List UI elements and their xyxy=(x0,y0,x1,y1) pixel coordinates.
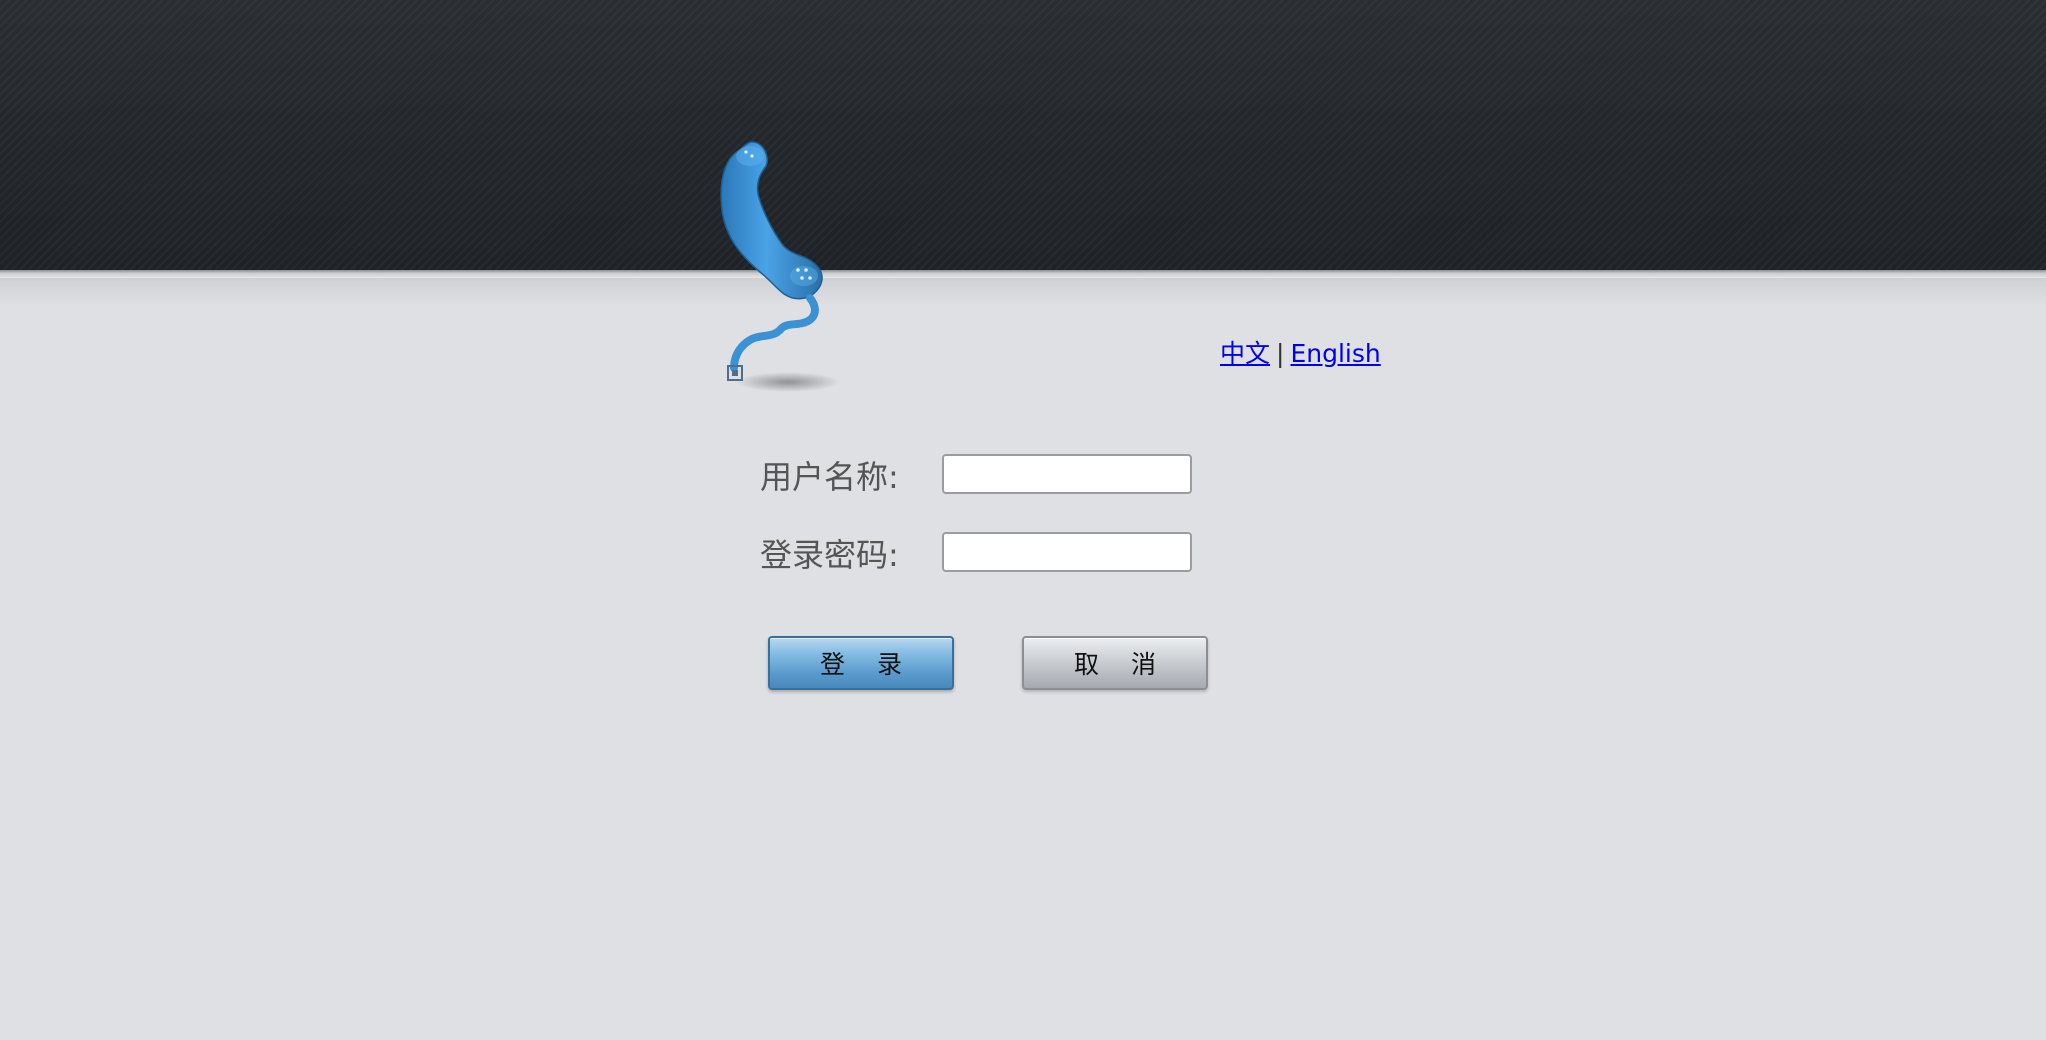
banner-divider xyxy=(0,270,2046,278)
top-banner xyxy=(0,0,2046,272)
telephone-handset-icon xyxy=(700,130,860,410)
cancel-button[interactable]: 取 消 xyxy=(1022,636,1208,690)
password-label: 登录密码: xyxy=(760,536,899,574)
username-input[interactable] xyxy=(942,454,1192,494)
banner-shadow xyxy=(0,278,2046,306)
username-label: 用户名称: xyxy=(760,458,899,496)
language-english-link[interactable]: English xyxy=(1290,339,1380,368)
language-switch: 中文 | English xyxy=(1220,334,1381,370)
language-separator: | xyxy=(1276,339,1285,368)
password-input[interactable] xyxy=(942,532,1192,572)
login-button[interactable]: 登 录 xyxy=(768,636,954,690)
language-chinese-link[interactable]: 中文 xyxy=(1220,339,1270,368)
